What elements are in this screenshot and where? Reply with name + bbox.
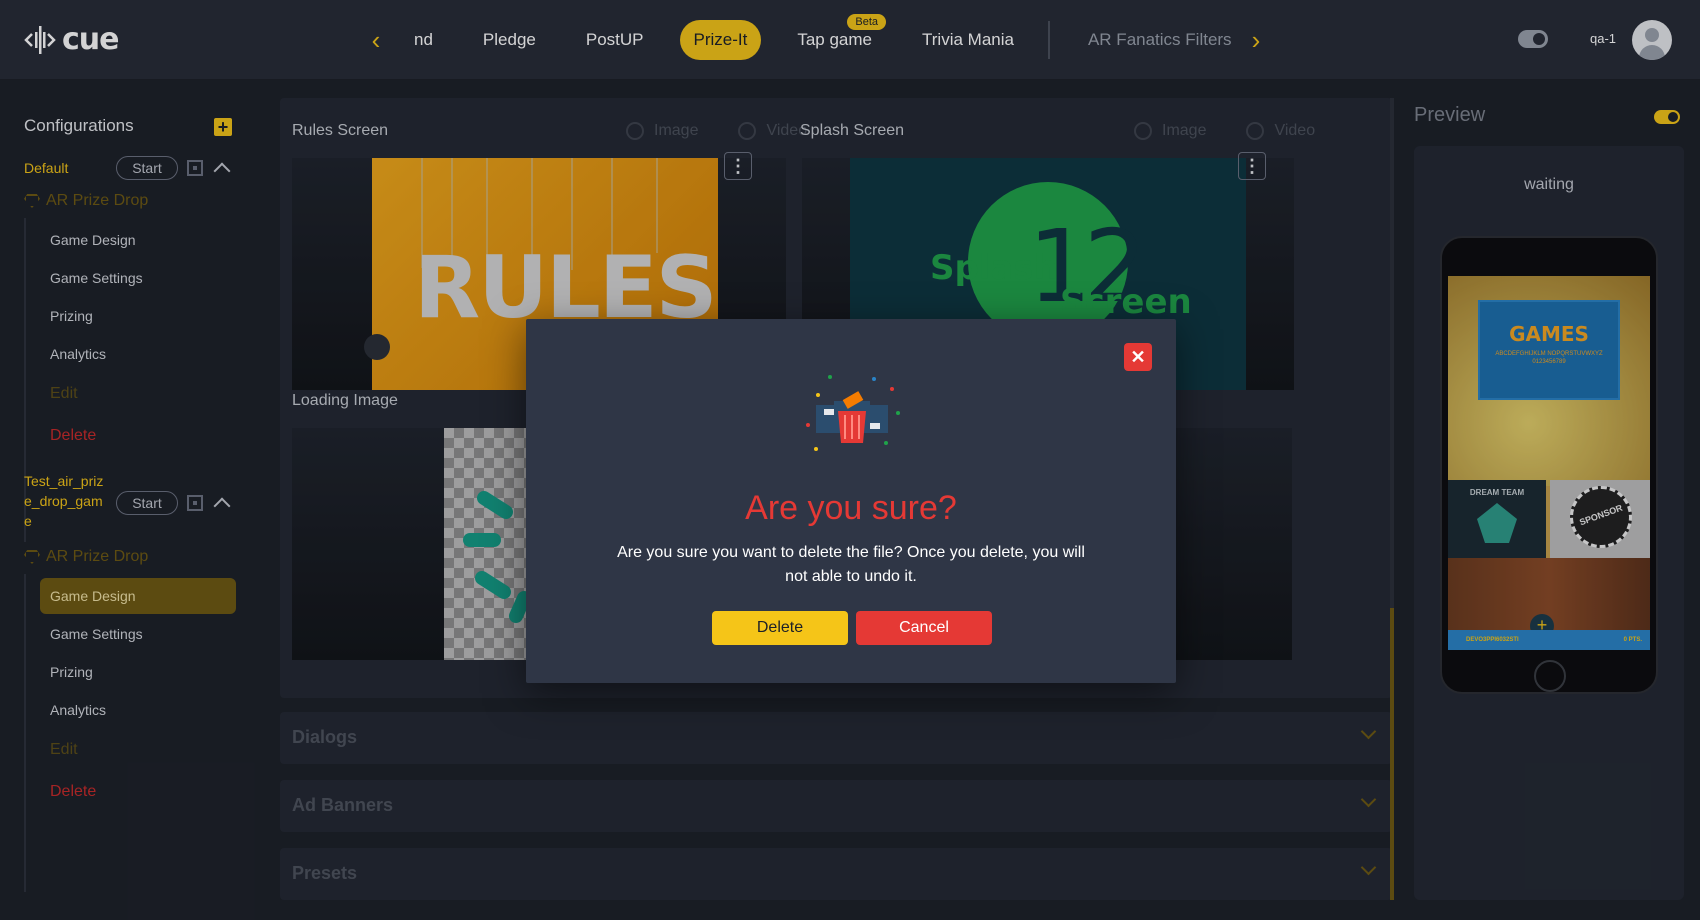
dialog-title: Are you sure?: [745, 489, 957, 527]
trash-bin-icon: [806, 375, 900, 451]
close-icon[interactable]: ✕: [1124, 343, 1152, 371]
cancel-button[interactable]: Cancel: [856, 611, 992, 645]
delete-button[interactable]: Delete: [712, 611, 848, 645]
dialog-message: Are you sure you want to delete the file…: [617, 544, 1085, 585]
confirm-delete-dialog: ✕ Are you sure? Are you sure you want to…: [526, 319, 1176, 683]
